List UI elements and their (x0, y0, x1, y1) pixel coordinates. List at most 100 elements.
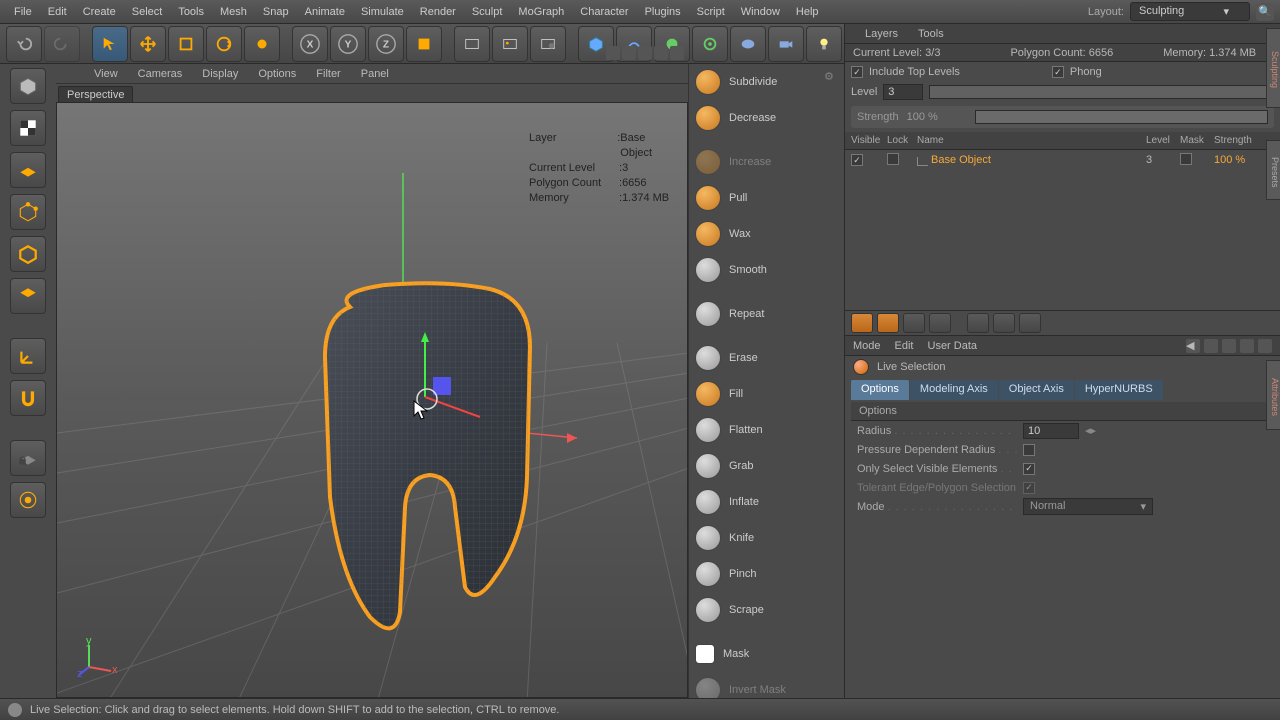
attr-nav-1[interactable] (1204, 339, 1218, 353)
sculpt-tool-smooth[interactable]: Smooth (689, 252, 844, 288)
attr-nav-2[interactable] (1222, 339, 1236, 353)
vtab-presets[interactable]: Presets (1266, 140, 1280, 200)
view-nav-5-icon[interactable] (670, 46, 684, 60)
level-slider[interactable] (929, 85, 1274, 99)
point-mode[interactable] (10, 194, 46, 230)
sculpt-tool-erase[interactable]: Erase (689, 340, 844, 376)
deformer-add[interactable] (692, 26, 728, 62)
subtab-hypernurbs[interactable]: HyperNURBS (1075, 380, 1163, 400)
menu-mesh[interactable]: Mesh (212, 2, 255, 22)
menu-tools[interactable]: Tools (170, 2, 212, 22)
subtab-object[interactable]: Object Axis (999, 380, 1074, 400)
visible-only-checkbox[interactable] (1023, 463, 1035, 475)
texture-mode[interactable] (10, 110, 46, 146)
sculpt-tool-pinch[interactable]: Pinch (689, 556, 844, 592)
attr-tab-edit[interactable]: Edit (895, 340, 914, 352)
strength-slider[interactable] (975, 110, 1268, 124)
layout-dropdown[interactable]: Sculpting▾ (1130, 2, 1250, 21)
tab-layers[interactable]: Layers (865, 25, 898, 43)
x-axis-lock[interactable]: X (292, 26, 328, 62)
render-settings[interactable] (530, 26, 566, 62)
attr-nav-back-icon[interactable]: ◀ (1186, 339, 1200, 353)
pressure-checkbox[interactable] (1023, 444, 1035, 456)
sculpt-tool-mask[interactable]: Mask (689, 636, 844, 672)
menu-snap[interactable]: Snap (255, 2, 297, 22)
level-input[interactable] (883, 84, 923, 100)
undo-button[interactable] (6, 26, 42, 62)
menu-window[interactable]: Window (733, 2, 788, 22)
recent-tool[interactable] (244, 26, 280, 62)
redo-button[interactable] (44, 26, 80, 62)
view-nav-1-icon[interactable] (606, 46, 620, 60)
menu-character[interactable]: Character (572, 2, 636, 22)
mid-btn-1[interactable] (851, 313, 873, 333)
axis-mode[interactable] (10, 338, 46, 374)
vtab-sculpting[interactable]: Sculpting (1266, 28, 1280, 108)
view-nav-4-icon[interactable] (654, 46, 668, 60)
3d-viewport[interactable]: Layer: Base Object Current Level: 3 Poly… (56, 102, 688, 698)
mid-btn-4[interactable] (929, 313, 951, 333)
sculpt-tool-knife[interactable]: Knife (689, 520, 844, 556)
row-name[interactable]: Base Object (917, 154, 1146, 166)
mode-dropdown[interactable]: Normal▾ (1023, 498, 1153, 515)
attr-nav-3[interactable] (1240, 339, 1254, 353)
phong-checkbox[interactable] (1052, 66, 1064, 78)
sculpt-tool-grab[interactable]: Grab (689, 448, 844, 484)
sculpt-tool-repeat[interactable]: Repeat (689, 296, 844, 332)
view-menu-filter[interactable]: Filter (308, 66, 348, 82)
y-axis-lock[interactable]: Y (330, 26, 366, 62)
sculpt-tool-decrease[interactable]: Decrease (689, 100, 844, 136)
tolerant-checkbox[interactable] (1023, 482, 1035, 494)
rotate-tool[interactable] (206, 26, 242, 62)
subtab-modeling[interactable]: Modeling Axis (910, 380, 998, 400)
sculpt-tool-subdivide[interactable]: Subdivide⚙ (689, 64, 844, 100)
move-tool[interactable] (130, 26, 166, 62)
menu-file[interactable]: File (6, 2, 40, 22)
view-menu-panel[interactable]: Panel (353, 66, 397, 82)
menu-plugins[interactable]: Plugins (637, 2, 689, 22)
view-menu-cameras[interactable]: Cameras (130, 66, 191, 82)
workplane-mode[interactable] (10, 152, 46, 188)
view-nav-3-icon[interactable] (638, 46, 652, 60)
scale-tool[interactable] (168, 26, 204, 62)
mid-btn-7[interactable] (1019, 313, 1041, 333)
soft-select[interactable] (10, 482, 46, 518)
locked-workplane[interactable] (10, 440, 46, 476)
search-icon[interactable]: 🔍 (1256, 3, 1274, 21)
menu-render[interactable]: Render (412, 2, 464, 22)
sculpt-tool-inflate[interactable]: Inflate (689, 484, 844, 520)
attr-tab-userdata[interactable]: User Data (928, 340, 978, 352)
sculpt-tool-fill[interactable]: Fill (689, 376, 844, 412)
render-pic[interactable] (492, 26, 528, 62)
row-mask-checkbox[interactable] (1180, 153, 1192, 165)
menu-help[interactable]: Help (788, 2, 827, 22)
gear-icon[interactable]: ⚙ (824, 70, 838, 84)
menu-create[interactable]: Create (75, 2, 124, 22)
mid-btn-2[interactable] (877, 313, 899, 333)
mid-btn-3[interactable] (903, 313, 925, 333)
attr-nav-4[interactable] (1258, 339, 1272, 353)
environment-add[interactable] (730, 26, 766, 62)
vtab-attributes[interactable]: Attributes (1266, 360, 1280, 430)
live-select-tool[interactable] (92, 26, 128, 62)
radius-input[interactable] (1023, 423, 1079, 439)
render-view[interactable] (454, 26, 490, 62)
edge-mode[interactable] (10, 236, 46, 272)
model-mode[interactable] (10, 68, 46, 104)
view-menu-view[interactable]: View (86, 66, 126, 82)
polygon-mode[interactable] (10, 278, 46, 314)
sculpt-tool-flatten[interactable]: Flatten (689, 412, 844, 448)
sculpt-tool-scrape[interactable]: Scrape (689, 592, 844, 628)
snap-toggle[interactable] (10, 380, 46, 416)
light-add[interactable] (806, 26, 842, 62)
menu-edit[interactable]: Edit (40, 2, 75, 22)
view-menu-display[interactable]: Display (194, 66, 246, 82)
menu-animate[interactable]: Animate (297, 2, 353, 22)
menu-sculpt[interactable]: Sculpt (464, 2, 511, 22)
mesh-object[interactable] (305, 277, 545, 647)
view-nav-2-icon[interactable] (622, 46, 636, 60)
row-lock-checkbox[interactable] (887, 153, 899, 165)
sculpt-tool-wax[interactable]: Wax (689, 216, 844, 252)
object-row[interactable]: Base Object 3 100 % (845, 150, 1280, 170)
include-top-checkbox[interactable] (851, 66, 863, 78)
